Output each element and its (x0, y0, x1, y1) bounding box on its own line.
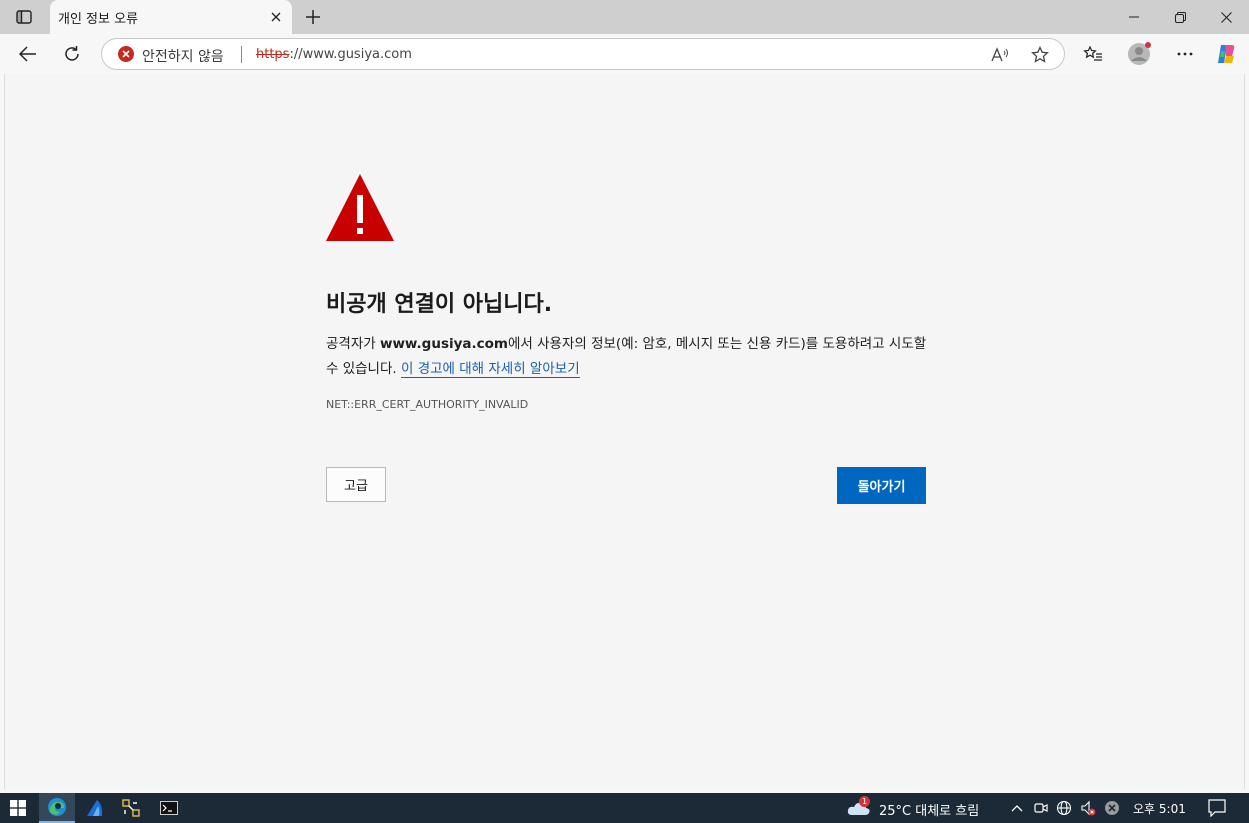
favorites-icon[interactable] (1077, 38, 1109, 70)
url-text[interactable]: https://www.gusiya.com (256, 47, 412, 62)
app-tool-icon[interactable] (113, 793, 149, 823)
volume-muted-icon[interactable] (1080, 800, 1096, 816)
network-globe-icon[interactable] (1056, 800, 1072, 816)
clock[interactable]: 오후 5:01 (1133, 800, 1186, 817)
chevron-up-icon[interactable] (1009, 800, 1025, 816)
security-label[interactable]: 안전하지 않음 (142, 46, 224, 66)
copilot-icon[interactable] (1210, 38, 1242, 70)
learn-more-link[interactable]: 이 경고에 대해 자세히 알아보기 (400, 361, 580, 378)
page-title: 비공개 연결이 아닙니다. (326, 292, 553, 317)
app-shark-icon[interactable] (77, 793, 113, 823)
read-aloud-icon[interactable] (988, 43, 1012, 67)
advanced-button[interactable]: 고급 (326, 467, 386, 502)
active-tab[interactable]: 개인 정보 오류 (50, 0, 292, 34)
terminal-icon[interactable] (151, 793, 187, 823)
taskbar: 25°C 대체로 흐림 오후 5:01 (0, 793, 1249, 823)
minimize-icon[interactable] (1111, 0, 1157, 34)
more-options-icon[interactable] (1169, 38, 1201, 70)
url-scheme: https (256, 47, 290, 62)
desc-prefix: 공격자가 (326, 336, 380, 352)
start-windows-icon[interactable] (0, 793, 36, 823)
address-bar[interactable]: 안전하지 않음 https://www.gusiya.com (101, 38, 1065, 70)
desc-domain: www.gusiya.com (379, 336, 508, 352)
profile-avatar[interactable] (1123, 38, 1155, 70)
url-host: ://www.gusiya.com (289, 47, 412, 62)
tab-title: 개인 정보 오류 (58, 11, 139, 27)
warning-triangle-icon (326, 174, 394, 241)
notification-icon[interactable] (1208, 799, 1226, 817)
title-bar: 개인 정보 오류 (0, 0, 1249, 34)
navigation-bar: 안전하지 않음 https://www.gusiya.com (0, 34, 1249, 74)
close-window-icon[interactable] (1203, 0, 1249, 34)
tab-actions-icon[interactable] (8, 4, 40, 30)
edge-browser-icon[interactable] (39, 793, 75, 823)
error-description: 공격자가 www.gusiya.com에서 사용자의 정보(예: 암호, 메시지… (326, 332, 931, 382)
divider (241, 46, 242, 63)
not-secure-icon[interactable] (118, 46, 134, 62)
status-x-icon[interactable] (1104, 800, 1120, 816)
page-content: 비공개 연결이 아닙니다. 공격자가 www.gusiya.com에서 사용자의… (4, 74, 1245, 789)
refresh-icon[interactable] (56, 38, 88, 70)
restore-icon[interactable] (1157, 0, 1203, 34)
favorite-star-icon[interactable] (1028, 43, 1052, 67)
close-icon[interactable] (266, 7, 286, 27)
error-code: NET::ERR_CERT_AUTHORITY_INVALID (326, 398, 529, 411)
back-arrow-icon[interactable] (12, 38, 44, 70)
go-back-button[interactable]: 돌아가기 (837, 467, 926, 504)
weather-text[interactable]: 25°C 대체로 흐림 (879, 800, 979, 819)
weather-badge: 1 (859, 796, 870, 807)
meet-camera-icon[interactable] (1033, 800, 1049, 816)
new-tab-icon[interactable] (300, 5, 326, 29)
